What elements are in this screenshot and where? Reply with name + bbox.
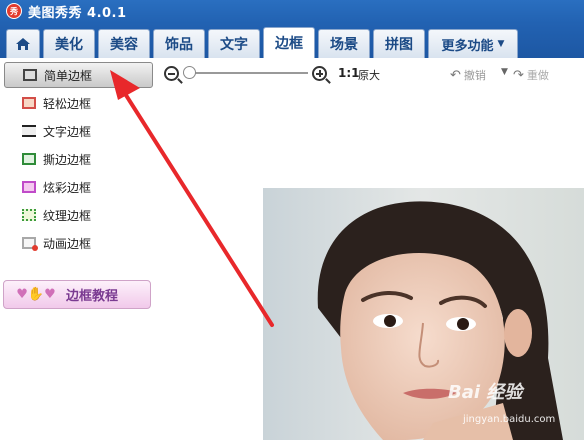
sidebar-item-simple-frame[interactable]: 简单边框: [4, 62, 153, 88]
main-tabs: 美化 美容 饰品 文字 边框 场景 拼图 更多功能 ▼: [6, 27, 518, 58]
photo-canvas[interactable]: Bai 经验 jingyan.baidu.com: [263, 188, 584, 440]
portrait-photo: [263, 188, 584, 440]
simple-frame-icon: [23, 69, 37, 81]
home-icon: [16, 38, 30, 50]
texture-frame-icon: [22, 209, 36, 221]
tab-more-features[interactable]: 更多功能 ▼: [428, 29, 518, 58]
frame-tutorial-button[interactable]: ♥✋♥ 边框教程: [3, 280, 151, 309]
sidebar-item-label: 纹理边框: [43, 208, 92, 223]
sidebar-item-label: 文字边框: [43, 124, 92, 139]
more-features-label: 更多功能: [441, 38, 494, 54]
sidebar-item-label: 撕边边框: [43, 152, 92, 167]
undo-icon: ↶: [450, 67, 461, 83]
frame-category-sidebar: 简单边框 轻松边框 文字边框 撕边边框 炫彩边框 纹理边框 动画边框 ♥✋♥ 边…: [0, 58, 156, 440]
app-title: 美图秀秀 4.0.1: [28, 5, 127, 21]
sidebar-item-label: 轻松边框: [43, 96, 92, 111]
watermark-url: jingyan.baidu.com: [463, 414, 556, 425]
animated-frame-icon: [22, 237, 38, 251]
tab-beauty[interactable]: 美容: [98, 29, 150, 58]
sidebar-item-light-frame[interactable]: 轻松边框: [4, 90, 153, 116]
redo-label: 重做: [526, 69, 549, 82]
app-logo-icon: 秀: [6, 3, 22, 19]
zoom-slider[interactable]: [188, 72, 308, 74]
tab-text[interactable]: 文字: [208, 29, 260, 58]
actual-size-ratio[interactable]: 1:1: [338, 66, 360, 80]
sidebar-item-colorful-frame[interactable]: 炫彩边框: [4, 174, 153, 200]
sidebar-item-label: 动画边框: [43, 236, 92, 251]
torn-edge-frame-icon: [22, 153, 36, 165]
text-frame-icon: [22, 125, 36, 137]
sidebar-item-texture-frame[interactable]: 纹理边框: [4, 202, 153, 228]
zoom-out-icon[interactable]: [164, 66, 179, 81]
zoom-in-icon[interactable]: [312, 66, 327, 81]
sidebar-item-text-frame[interactable]: 文字边框: [4, 118, 153, 144]
hand-icon: ♥✋♥: [16, 287, 56, 302]
light-frame-icon: [22, 97, 36, 109]
redo-button[interactable]: ↷ 重做: [513, 67, 549, 83]
watermark-logo: Bai 经验: [448, 382, 523, 403]
zoom-slider-thumb[interactable]: [183, 66, 196, 79]
tab-collage[interactable]: 拼图: [373, 29, 425, 58]
tab-scenes[interactable]: 场景: [318, 29, 370, 58]
tab-home[interactable]: [6, 29, 40, 58]
sidebar-item-label: 炫彩边框: [43, 180, 92, 195]
undo-label: 撤销: [463, 69, 486, 82]
chevron-down-icon: ▼: [497, 39, 505, 49]
undo-history-dropdown[interactable]: ▼: [501, 67, 508, 77]
colorful-frame-icon: [22, 181, 36, 193]
tab-beautify[interactable]: 美化: [43, 29, 95, 58]
sidebar-item-torn-edge-frame[interactable]: 撕边边框: [4, 146, 153, 172]
canvas-toolbar: 1:1 原大 ↶ 撤销 ▼ ↷ 重做: [156, 58, 584, 90]
app-header: 秀 美图秀秀 4.0.1 美化 美容 饰品 文字 边框 场景 拼图 更多功能 ▼: [0, 0, 584, 58]
frame-tutorial-label: 边框教程: [66, 289, 119, 304]
title-bar: 秀 美图秀秀 4.0.1: [0, 0, 584, 22]
tab-decorations[interactable]: 饰品: [153, 29, 205, 58]
undo-button[interactable]: ↶ 撤销: [450, 67, 486, 83]
sidebar-item-label: 简单边框: [44, 68, 93, 83]
original-size-button[interactable]: 原大: [358, 67, 380, 83]
redo-icon: ↷: [513, 67, 524, 83]
sidebar-item-animated-frame[interactable]: 动画边框: [4, 230, 153, 256]
tab-frames[interactable]: 边框: [263, 27, 315, 58]
